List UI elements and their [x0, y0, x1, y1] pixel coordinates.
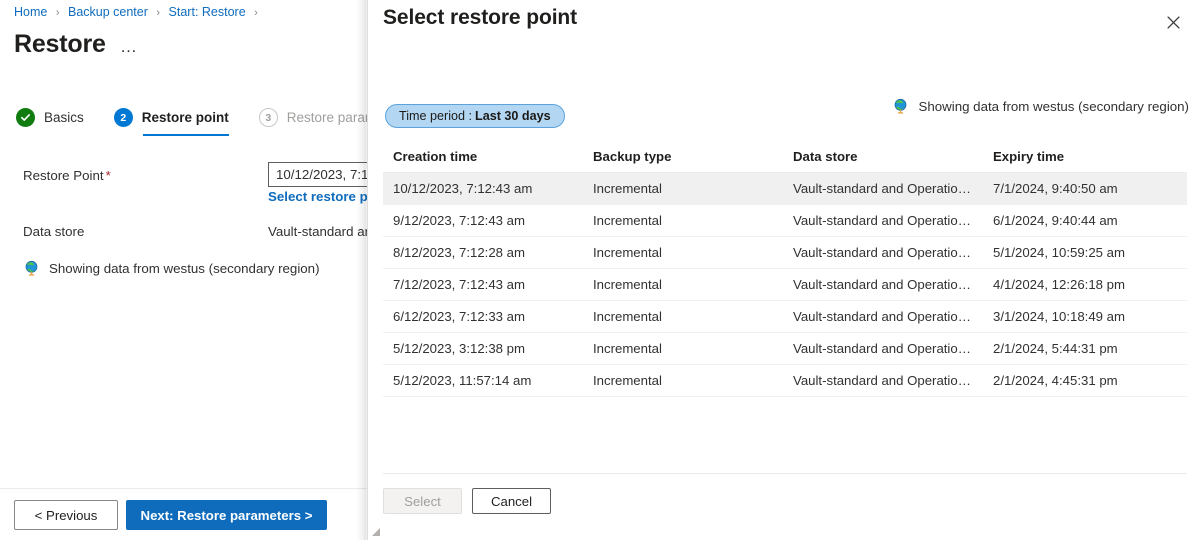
time-period-value: Last 30 days	[475, 109, 551, 123]
breadcrumb-item-home[interactable]: Home	[14, 5, 47, 19]
resize-grip-icon[interactable]	[370, 526, 382, 538]
cell-expiry-time: 3/1/2024, 10:18:49 am	[983, 301, 1187, 333]
cell-creation-time: 5/12/2023, 3:12:38 pm	[383, 333, 583, 365]
cell-data-store: Vault-standard and Operational	[783, 333, 983, 365]
time-period-filter-pill[interactable]: Time period :Last 30 days	[385, 104, 565, 128]
wizard-step-label-basics: Basics	[44, 110, 84, 125]
cancel-button[interactable]: Cancel	[472, 488, 551, 514]
previous-button[interactable]: < Previous	[14, 500, 118, 530]
restore-points-table: Creation time Backup type Data store Exp…	[383, 143, 1187, 397]
cell-backup-type: Incremental	[583, 301, 783, 333]
time-period-prefix: Time period :	[399, 109, 472, 123]
data-store-label: Data store	[23, 224, 84, 239]
table-bottom-divider	[383, 473, 1187, 474]
close-icon[interactable]	[1159, 8, 1187, 36]
breadcrumb-separator: ›	[156, 7, 160, 19]
cell-creation-time: 6/12/2023, 7:12:33 am	[383, 301, 583, 333]
select-restore-point-link[interactable]: Select restore point	[268, 189, 368, 204]
cell-creation-time: 7/12/2023, 7:12:43 am	[383, 269, 583, 301]
required-asterisk: *	[106, 168, 111, 183]
cell-expiry-time: 5/1/2024, 10:59:25 am	[983, 237, 1187, 269]
cell-creation-time: 9/12/2023, 7:12:43 am	[383, 205, 583, 237]
select-button[interactable]: Select	[383, 488, 462, 514]
restore-point-label-text: Restore Point	[23, 168, 104, 183]
cell-creation-time: 5/12/2023, 11:57:14 am	[383, 365, 583, 397]
table-row[interactable]: 5/12/2023, 11:57:14 amIncrementalVault-s…	[383, 365, 1187, 397]
table-header-row: Creation time Backup type Data store Exp…	[383, 143, 1187, 173]
cell-data-store: Vault-standard and Operational	[783, 237, 983, 269]
cell-expiry-time: 7/1/2024, 9:40:50 am	[983, 173, 1187, 205]
wizard-step-label-restore-point: Restore point	[142, 110, 229, 125]
dialog-secondary-region-note: Showing data from westus (secondary regi…	[892, 98, 1189, 115]
wizard-steps: Basics 2 Restore point 3 Restore paramet…	[16, 108, 368, 136]
column-header-backup-type[interactable]: Backup type	[583, 143, 783, 173]
dialog-title: Select restore point	[383, 6, 577, 30]
more-actions-button[interactable]: …	[120, 38, 138, 55]
column-header-creation-time[interactable]: Creation time	[383, 143, 583, 173]
secondary-region-note: Showing data from westus (secondary regi…	[23, 260, 320, 277]
breadcrumb-item-backup-center[interactable]: Backup center	[68, 5, 148, 19]
cell-expiry-time: 6/1/2024, 9:40:44 am	[983, 205, 1187, 237]
table-body: 10/12/2023, 7:12:43 amIncrementalVault-s…	[383, 173, 1187, 397]
restore-wizard-page: Home › Backup center › Start: Restore › …	[0, 0, 368, 540]
step-number-badge: 3	[259, 108, 278, 127]
column-header-data-store[interactable]: Data store	[783, 143, 983, 173]
cell-backup-type: Incremental	[583, 173, 783, 205]
dialog-secondary-region-note-text: Showing data from westus (secondary regi…	[918, 99, 1189, 114]
cell-data-store: Vault-standard and Operational	[783, 301, 983, 333]
restore-point-input[interactable]: 10/12/2023, 7:12:43 am	[268, 162, 368, 187]
cell-backup-type: Incremental	[583, 365, 783, 397]
table-row[interactable]: 10/12/2023, 7:12:43 amIncrementalVault-s…	[383, 173, 1187, 205]
active-step-underline	[143, 134, 229, 137]
cell-backup-type: Incremental	[583, 269, 783, 301]
table-row[interactable]: 9/12/2023, 7:12:43 amIncrementalVault-st…	[383, 205, 1187, 237]
breadcrumb-item-start-restore[interactable]: Start: Restore	[169, 5, 246, 19]
secondary-region-note-text: Showing data from westus (secondary regi…	[49, 261, 320, 276]
table-row[interactable]: 8/12/2023, 7:12:28 amIncrementalVault-st…	[383, 237, 1187, 269]
cell-data-store: Vault-standard and Operational	[783, 269, 983, 301]
breadcrumb-separator: ›	[56, 7, 60, 19]
data-store-value: Vault-standard and Operational	[268, 224, 368, 239]
cell-data-store: Vault-standard and Operational	[783, 365, 983, 397]
cell-expiry-time: 4/1/2024, 12:26:18 pm	[983, 269, 1187, 301]
wizard-step-basics[interactable]: Basics	[16, 108, 98, 136]
globe-icon	[892, 98, 909, 115]
next-restore-parameters-button[interactable]: Next: Restore parameters >	[126, 500, 327, 530]
app-screen: Home › Backup center › Start: Restore › …	[0, 0, 1202, 540]
dialog-footer: Select Cancel	[383, 488, 551, 514]
globe-icon	[23, 260, 40, 277]
table-row[interactable]: 6/12/2023, 7:12:33 amIncrementalVault-st…	[383, 301, 1187, 333]
table-row[interactable]: 7/12/2023, 7:12:43 amIncrementalVault-st…	[383, 269, 1187, 301]
close-glyph	[1166, 15, 1181, 30]
restore-point-label: Restore Point*	[23, 168, 111, 183]
check-icon	[16, 108, 35, 127]
cell-expiry-time: 2/1/2024, 5:44:31 pm	[983, 333, 1187, 365]
wizard-step-restore-parameters[interactable]: 3 Restore parameters	[259, 108, 368, 136]
step-number-badge: 2	[114, 108, 133, 127]
column-header-expiry-time[interactable]: Expiry time	[983, 143, 1187, 173]
cell-backup-type: Incremental	[583, 205, 783, 237]
cell-backup-type: Incremental	[583, 333, 783, 365]
breadcrumb: Home › Backup center › Start: Restore ›	[14, 5, 263, 19]
cell-data-store: Vault-standard and Operational	[783, 173, 983, 205]
select-restore-point-dialog: Select restore point Time period :Last 3…	[368, 0, 1202, 540]
cell-backup-type: Incremental	[583, 237, 783, 269]
cell-creation-time: 10/12/2023, 7:12:43 am	[383, 173, 583, 205]
cell-creation-time: 8/12/2023, 7:12:28 am	[383, 237, 583, 269]
table-row[interactable]: 5/12/2023, 3:12:38 pmIncrementalVault-st…	[383, 333, 1187, 365]
cell-expiry-time: 2/1/2024, 4:45:31 pm	[983, 365, 1187, 397]
cell-data-store: Vault-standard and Operational	[783, 205, 983, 237]
page-title: Restore	[14, 30, 106, 59]
wizard-footer: < Previous Next: Restore parameters >	[0, 488, 368, 540]
table-header: Creation time Backup type Data store Exp…	[383, 143, 1187, 173]
breadcrumb-separator: ›	[254, 7, 258, 19]
wizard-step-restore-point[interactable]: 2 Restore point	[114, 108, 243, 136]
